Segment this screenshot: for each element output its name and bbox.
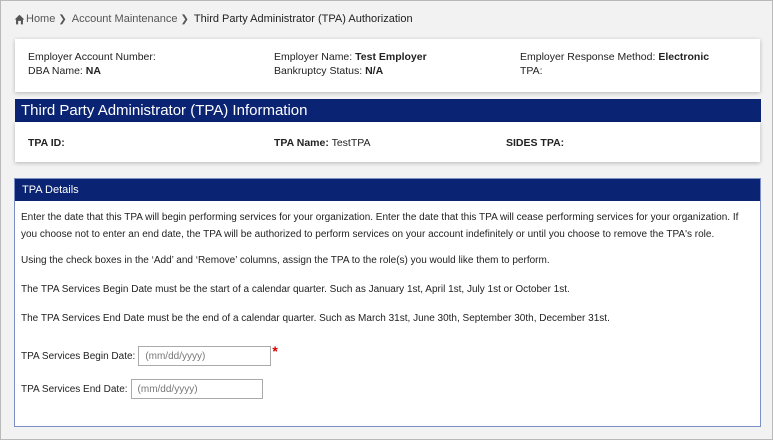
- breadcrumb-current: Third Party Administrator (TPA) Authoriz…: [193, 13, 413, 25]
- bankruptcy-status-value: N/A: [365, 65, 384, 77]
- chevron-right-icon: ❯: [58, 13, 67, 25]
- instructions-paragraph: Using the check boxes in the ‘Add’ and ‘…: [21, 255, 550, 266]
- end-date-input[interactable]: [130, 379, 263, 399]
- sides-tpa: SIDES TPA:: [506, 137, 750, 149]
- employer-name: Employer Name: Test Employer: [274, 52, 520, 63]
- dba-name-value: NA: [85, 65, 101, 77]
- end-date-label: TPA Services End Date:: [21, 383, 128, 395]
- chevron-right-icon: ❯: [180, 13, 189, 25]
- tpa-id: TPA ID:: [28, 137, 274, 149]
- tpa-name-label: TPA Name:: [274, 137, 329, 149]
- employer-info-card: Employer Account Number: Employer Name: …: [15, 39, 760, 92]
- breadcrumb-home-link[interactable]: Home: [26, 13, 55, 25]
- tpa-name: TPA Name: TestTPA: [274, 137, 506, 149]
- sides-tpa-label: SIDES TPA:: [506, 137, 565, 149]
- bankruptcy-status: Bankruptcy Status: N/A: [274, 66, 520, 77]
- begin-date-input[interactable]: [138, 346, 272, 366]
- end-date-row: TPA Services End Date:: [21, 379, 263, 399]
- tpa-details-header: TPA Details: [15, 179, 760, 201]
- tpa-information-header: Third Party Administrator (TPA) Informat…: [15, 99, 761, 122]
- breadcrumb: Home ❯ Account Maintenance ❯ Third Party…: [14, 13, 413, 25]
- dba-name: DBA Name: NA: [28, 66, 274, 77]
- employer-account-number: Employer Account Number:: [28, 52, 274, 63]
- dba-name-label: DBA Name:: [28, 65, 83, 77]
- bankruptcy-status-label: Bankruptcy Status:: [274, 65, 363, 77]
- employer-name-label: Employer Name:: [274, 51, 353, 63]
- tpa-name-value: TestTPA: [331, 137, 371, 149]
- tpa-information-card: TPA ID: TPA Name: TestTPA SIDES TPA:: [15, 122, 760, 162]
- employer-response-method: Employer Response Method: Electronic: [520, 52, 750, 63]
- tpa-details-panel: TPA Details Enter the date that this TPA…: [14, 178, 761, 427]
- employer-tpa-label: TPA:: [520, 65, 543, 77]
- begin-date-row: TPA Services Begin Date: *: [21, 343, 278, 366]
- begin-date-label: TPA Services Begin Date:: [21, 350, 136, 362]
- employer-tpa: TPA:: [520, 66, 750, 77]
- required-indicator: *: [272, 343, 278, 359]
- tpa-id-label: TPA ID:: [28, 137, 65, 149]
- home-icon[interactable]: [14, 14, 25, 25]
- tpa-details-instructions: Enter the date that this TPA will begin …: [15, 201, 760, 327]
- instructions-paragraph: The TPA Services Begin Date must be the …: [21, 284, 570, 295]
- employer-response-method-value: Electronic: [658, 51, 710, 63]
- instructions-paragraph: Enter the date that this TPA will begin …: [21, 212, 739, 240]
- breadcrumb-account-maintenance-link[interactable]: Account Maintenance: [72, 13, 178, 25]
- employer-name-value: Test Employer: [355, 51, 427, 63]
- instructions-paragraph: The TPA Services End Date must be the en…: [21, 313, 610, 324]
- employer-response-method-label: Employer Response Method:: [520, 51, 656, 63]
- employer-account-number-label: Employer Account Number:: [28, 51, 156, 63]
